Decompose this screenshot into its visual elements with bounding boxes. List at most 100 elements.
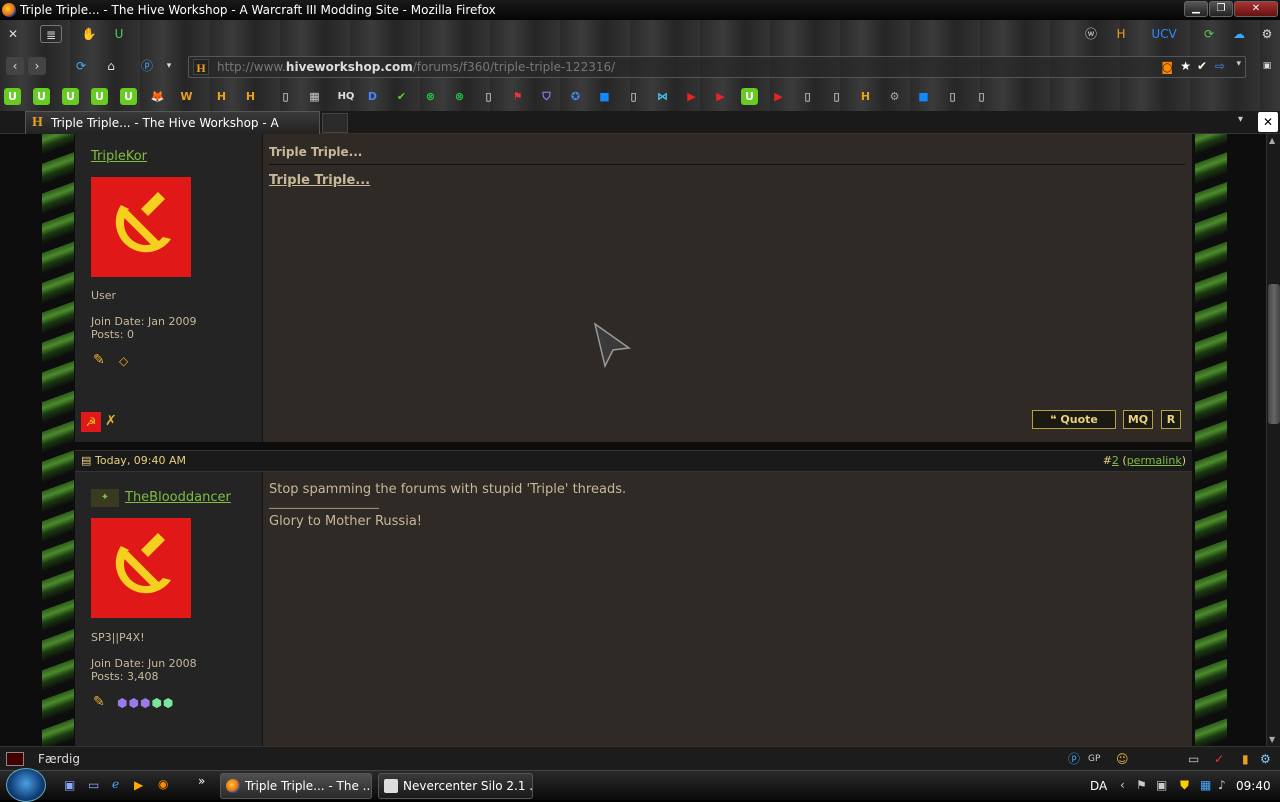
check-icon[interactable]: ✔ bbox=[393, 88, 410, 105]
close-icon[interactable]: ✕ bbox=[4, 25, 22, 43]
close-window-button[interactable]: ✕ bbox=[1234, 1, 1278, 17]
post-1-body-link[interactable]: Triple Triple... bbox=[269, 173, 370, 188]
tab-active[interactable]: H Triple Triple... - The Hive Workshop -… bbox=[25, 111, 320, 152]
hive-h-icon[interactable]: H bbox=[1112, 25, 1130, 43]
bookmark-d-icon[interactable]: D bbox=[364, 88, 381, 105]
post-1-username[interactable]: TripleKor bbox=[91, 149, 147, 164]
close-tab-button[interactable]: ✕ bbox=[1258, 112, 1278, 132]
firefox-icon[interactable]: ◉ bbox=[158, 777, 168, 791]
page-scrollbar[interactable]: ▲ ▼ bbox=[1266, 134, 1280, 746]
tray-expand-icon[interactable]: ‹ bbox=[1120, 778, 1125, 792]
wp-icon[interactable]: ⓦ bbox=[1082, 25, 1100, 43]
scrollbar-thumb[interactable] bbox=[1268, 284, 1280, 424]
show-desktop-icon[interactable]: ▣ bbox=[64, 778, 75, 792]
addon-p-icon[interactable]: ⓟ bbox=[1068, 747, 1080, 771]
back-button[interactable]: ‹ bbox=[6, 57, 24, 75]
minimize-button[interactable]: ▁ bbox=[1184, 1, 1208, 17]
bookmark-u-icon[interactable]: U bbox=[33, 88, 50, 105]
refresh-green-icon[interactable]: ⟳ bbox=[1200, 25, 1218, 43]
shield-icon[interactable]: ⛉ bbox=[538, 88, 555, 105]
go-arrow-icon[interactable]: ⇨ bbox=[1215, 59, 1225, 73]
security-icon[interactable]: ⛊ bbox=[1180, 778, 1189, 793]
system-clock[interactable]: 09:40 bbox=[1236, 771, 1271, 801]
network-status-icon[interactable]: ▦ bbox=[1200, 778, 1211, 792]
cloud-icon[interactable]: ☁ bbox=[1230, 25, 1248, 43]
bookmark-u-icon[interactable]: U bbox=[120, 88, 137, 105]
home-icon[interactable]: ⌂ bbox=[102, 57, 120, 75]
bookmark-u-icon[interactable]: U bbox=[91, 88, 108, 105]
media-player-icon[interactable]: ▶ bbox=[134, 778, 143, 792]
addon-u-icon[interactable]: U bbox=[110, 25, 128, 43]
star-icon[interactable]: ★ bbox=[1180, 59, 1191, 73]
page-icon[interactable]: ▯ bbox=[277, 88, 294, 105]
page-icon[interactable]: ▯ bbox=[828, 88, 845, 105]
smiley-icon[interactable]: ☺ bbox=[1116, 747, 1129, 771]
gear-icon[interactable]: ⚙ bbox=[886, 88, 903, 105]
maximize-button[interactable]: ❐ bbox=[1209, 1, 1233, 17]
bookmark-w-icon[interactable]: W bbox=[178, 88, 195, 105]
volume-icon[interactable]: ♪ bbox=[1218, 778, 1226, 792]
url-dropdown-icon[interactable]: ▾ bbox=[1236, 59, 1241, 69]
toolbar-menu-icon[interactable]: ≣ bbox=[40, 25, 62, 43]
scroll-down-icon[interactable]: ▼ bbox=[1269, 735, 1275, 744]
page-icon[interactable]: ▯ bbox=[480, 88, 497, 105]
ubuntu-icon[interactable]: UCV bbox=[1150, 25, 1178, 43]
multi-quote-button[interactable]: MQ bbox=[1123, 410, 1153, 429]
YouTube-icon[interactable]: ▶ bbox=[770, 88, 787, 105]
bookmark-hq-icon[interactable]: HQ bbox=[335, 88, 357, 105]
page-icon[interactable]: ▯ bbox=[625, 88, 642, 105]
hand-icon[interactable]: ✋ bbox=[80, 25, 98, 43]
language-indicator[interactable]: DA bbox=[1090, 771, 1107, 801]
permalink-link[interactable]: permalink bbox=[1127, 454, 1182, 467]
YouTube-icon[interactable]: ▶ bbox=[683, 88, 700, 105]
bookmark-u-icon[interactable]: U bbox=[4, 88, 21, 105]
bookmark-h-icon[interactable]: H bbox=[857, 88, 874, 105]
bookmark-u-icon[interactable]: U bbox=[62, 88, 79, 105]
film-icon[interactable]: ▦ bbox=[306, 88, 323, 105]
blue-square-icon[interactable]: ■ bbox=[596, 88, 613, 105]
tab-list-icon[interactable]: ▾ bbox=[1238, 114, 1243, 125]
network-icon[interactable]: ⚑ bbox=[1136, 778, 1147, 792]
scroll-up-icon[interactable]: ▲ bbox=[1269, 136, 1275, 145]
xbox-icon[interactable]: ⊗ bbox=[422, 88, 439, 105]
forward-button[interactable]: › bbox=[28, 57, 46, 75]
addon-p-icon[interactable]: ⓟ bbox=[138, 57, 156, 75]
new-tab-button[interactable] bbox=[322, 113, 348, 133]
fox-icon[interactable]: 🦊 bbox=[149, 88, 166, 105]
rss-icon[interactable]: ◙ bbox=[1161, 60, 1173, 74]
butterfly-icon[interactable]: ⋈ bbox=[654, 88, 671, 105]
switch-windows-icon[interactable]: ▭ bbox=[88, 778, 99, 792]
page-icon[interactable]: ▯ bbox=[944, 88, 961, 105]
pipe-icon[interactable]: ▮ bbox=[1242, 747, 1249, 771]
post-number-link[interactable]: 2 bbox=[1112, 454, 1119, 467]
bookmark-u-icon[interactable]: U bbox=[741, 88, 758, 105]
bookmark-h-icon[interactable]: H bbox=[242, 88, 259, 105]
ie-icon[interactable]: ℯ bbox=[112, 777, 119, 791]
gp-icon[interactable]: GP bbox=[1088, 747, 1100, 771]
reply-button[interactable]: R bbox=[1161, 410, 1181, 429]
xbox-icon[interactable]: ⊗ bbox=[451, 88, 468, 105]
search-engine-icon[interactable]: ▣ bbox=[1258, 57, 1276, 75]
YouTube-icon[interactable]: ▶ bbox=[712, 88, 729, 105]
quote-button[interactable]: ❝ Quote bbox=[1032, 410, 1116, 429]
page-icon[interactable]: ▯ bbox=[973, 88, 990, 105]
swirl-icon[interactable]: ✪ bbox=[567, 88, 584, 105]
chevron-down-icon[interactable]: ▾ bbox=[160, 57, 178, 75]
reload-icon[interactable]: ⟳ bbox=[72, 57, 90, 75]
url-text[interactable]: http://www.hiveworkshop.com/forums/f360/… bbox=[217, 60, 615, 74]
gear-icon[interactable]: ⚙ bbox=[1260, 747, 1271, 771]
blue-square-icon[interactable]: ■ bbox=[915, 88, 932, 105]
page-icon[interactable]: ▯ bbox=[799, 88, 816, 105]
window-icon[interactable]: ▭ bbox=[1188, 747, 1199, 771]
gear-icon[interactable]: ⚙ bbox=[1258, 25, 1276, 43]
taskbar-item-silo[interactable]: Nevercenter Silo 2.1 ... bbox=[378, 773, 533, 799]
taskbar-item-firefox[interactable]: Triple Triple... - The ... bbox=[220, 773, 372, 799]
check-icon[interactable]: ✓ bbox=[1214, 747, 1224, 771]
post-2-username[interactable]: TheBlooddancer bbox=[125, 490, 231, 505]
url-bar[interactable]: H http://www.hiveworkshop.com/forums/f36… bbox=[188, 56, 1246, 78]
bookmark-h-icon[interactable]: H bbox=[213, 88, 230, 105]
quicklaunch-expand-icon[interactable]: » bbox=[198, 774, 205, 788]
display-icon[interactable]: ▣ bbox=[1156, 778, 1167, 792]
start-button[interactable] bbox=[6, 768, 46, 802]
check-icon[interactable]: ✔ bbox=[1197, 59, 1207, 73]
